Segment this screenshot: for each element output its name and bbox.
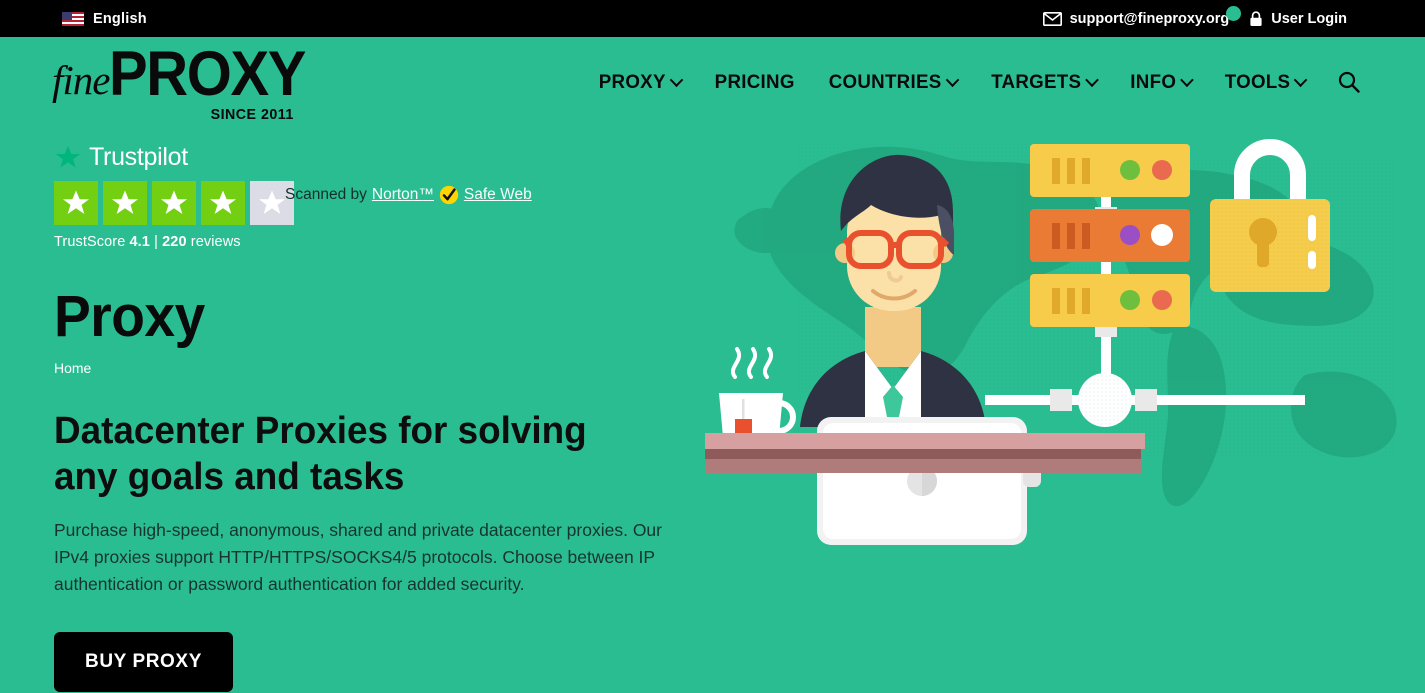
nav-label: PROXY bbox=[599, 70, 667, 93]
chevron-down-icon bbox=[1296, 75, 1307, 86]
trustpilot-brand-label: Trustpilot bbox=[89, 143, 188, 171]
star-4 bbox=[201, 181, 245, 225]
support-email-link[interactable]: support@fineproxy.org bbox=[1042, 5, 1242, 27]
server-rack-bottom bbox=[1030, 274, 1190, 327]
language-label: English bbox=[93, 10, 147, 27]
page-title: Proxy bbox=[54, 284, 205, 349]
user-login-label: User Login bbox=[1271, 10, 1347, 27]
server-rack-top bbox=[1030, 144, 1190, 197]
us-flag-icon bbox=[62, 11, 84, 26]
chevron-down-icon bbox=[672, 75, 683, 86]
site-header: fine PROXY SINCE 2011 PROXY PRICING COUN… bbox=[0, 37, 1425, 127]
buy-proxy-button[interactable]: BUY PROXY bbox=[54, 631, 233, 692]
norton-prefix-label: Scanned by bbox=[285, 186, 367, 203]
nav-item-targets[interactable]: TARGETS bbox=[991, 71, 1097, 94]
hero-section: Trustpilot TrustScore 4.1 | 220 reviews … bbox=[0, 127, 1425, 693]
chevron-down-icon bbox=[947, 75, 958, 86]
language-selector[interactable]: English bbox=[62, 11, 147, 27]
envelope-icon bbox=[1042, 11, 1062, 26]
nav-item-tools[interactable]: TOOLS bbox=[1224, 71, 1306, 94]
chevron-down-icon bbox=[1087, 75, 1098, 86]
reviews-label: reviews bbox=[190, 234, 241, 250]
chevron-down-icon bbox=[1182, 75, 1193, 86]
star-2 bbox=[103, 181, 147, 225]
main-navigation: PROXY PRICING COUNTRIES TARGETS INFO TOO… bbox=[597, 70, 1361, 94]
trustscore-separator: | bbox=[154, 234, 158, 250]
trustscore-line: TrustScore 4.1 | 220 reviews bbox=[54, 234, 714, 250]
norton-safeweb-link[interactable]: Safe Web bbox=[464, 186, 532, 204]
nav-label: TOOLS bbox=[1224, 70, 1290, 93]
trustpilot-widget[interactable]: Trustpilot bbox=[54, 143, 714, 172]
norton-safeweb-badge[interactable]: Scanned by Norton™ Safe Web bbox=[285, 185, 532, 205]
search-icon[interactable] bbox=[1337, 70, 1361, 94]
nav-item-pricing[interactable]: PRICING bbox=[715, 71, 795, 94]
breadcrumb-home[interactable]: Home bbox=[54, 360, 91, 376]
nav-item-countries[interactable]: COUNTRIES bbox=[828, 71, 957, 94]
norton-check-icon bbox=[439, 185, 459, 205]
site-logo[interactable]: fine PROXY SINCE 2011 bbox=[52, 38, 307, 123]
trustscore-label: TrustScore bbox=[54, 234, 126, 250]
nav-item-proxy[interactable]: PROXY bbox=[599, 71, 682, 94]
lock-icon bbox=[1249, 10, 1263, 27]
hero-heading: Datacenter Proxies for solving any goals… bbox=[54, 410, 587, 499]
star-1 bbox=[54, 181, 98, 225]
nav-item-info[interactable]: INFO bbox=[1130, 71, 1192, 94]
trustpilot-star-icon bbox=[55, 145, 81, 168]
support-email-label: support@fineproxy.org bbox=[1069, 10, 1230, 27]
datacenter-proxy-illustration bbox=[705, 127, 1425, 693]
desk bbox=[705, 433, 1145, 473]
norton-brand-link[interactable]: Norton™ bbox=[372, 186, 434, 204]
logo-proxy-text: PROXY bbox=[109, 38, 306, 109]
nav-label: PRICING bbox=[714, 70, 795, 93]
trustscore-value: 4.1 bbox=[129, 234, 150, 250]
hero-paragraph: Purchase high-speed, anonymous, shared a… bbox=[54, 519, 662, 595]
server-rack-middle bbox=[1030, 209, 1190, 262]
logo-since-text: SINCE 2011 bbox=[210, 105, 294, 123]
top-bar-right-group: support@fineproxy.org User Login bbox=[1042, 5, 1347, 27]
hero-content: Trustpilot TrustScore 4.1 | 220 reviews … bbox=[54, 127, 714, 692]
reviews-count: 220 bbox=[162, 234, 187, 250]
user-login-link[interactable]: User Login bbox=[1249, 11, 1347, 27]
top-utility-bar: English support@fineproxy.org User Login bbox=[0, 0, 1425, 37]
star-3 bbox=[152, 181, 196, 225]
nav-label: TARGETS bbox=[991, 70, 1082, 93]
nav-label: INFO bbox=[1130, 70, 1177, 93]
nav-label: COUNTRIES bbox=[828, 70, 942, 93]
logo-fine-text: fine bbox=[52, 56, 110, 103]
notification-badge bbox=[1226, 5, 1242, 21]
